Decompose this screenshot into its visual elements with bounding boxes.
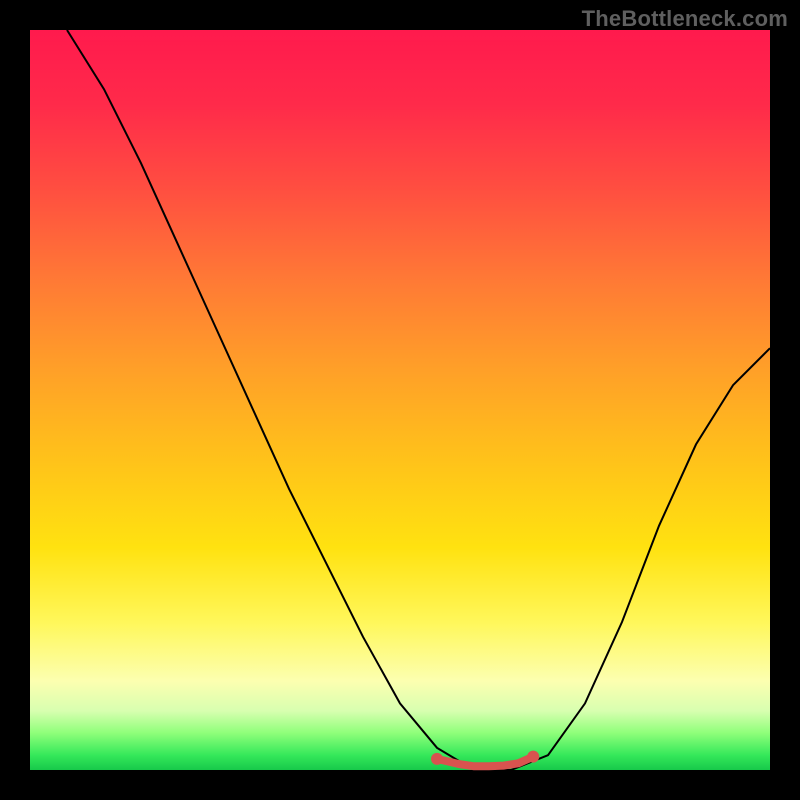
optimal-start-dot (431, 753, 443, 765)
optimal-end-dot (527, 751, 539, 763)
chart-frame: TheBottleneck.com (0, 0, 800, 800)
watermark-text: TheBottleneck.com (582, 6, 788, 32)
optimal-zone-curve (437, 757, 533, 767)
plot-area (30, 30, 770, 770)
curve-layer (30, 30, 770, 770)
bottleneck-curve (67, 30, 770, 770)
